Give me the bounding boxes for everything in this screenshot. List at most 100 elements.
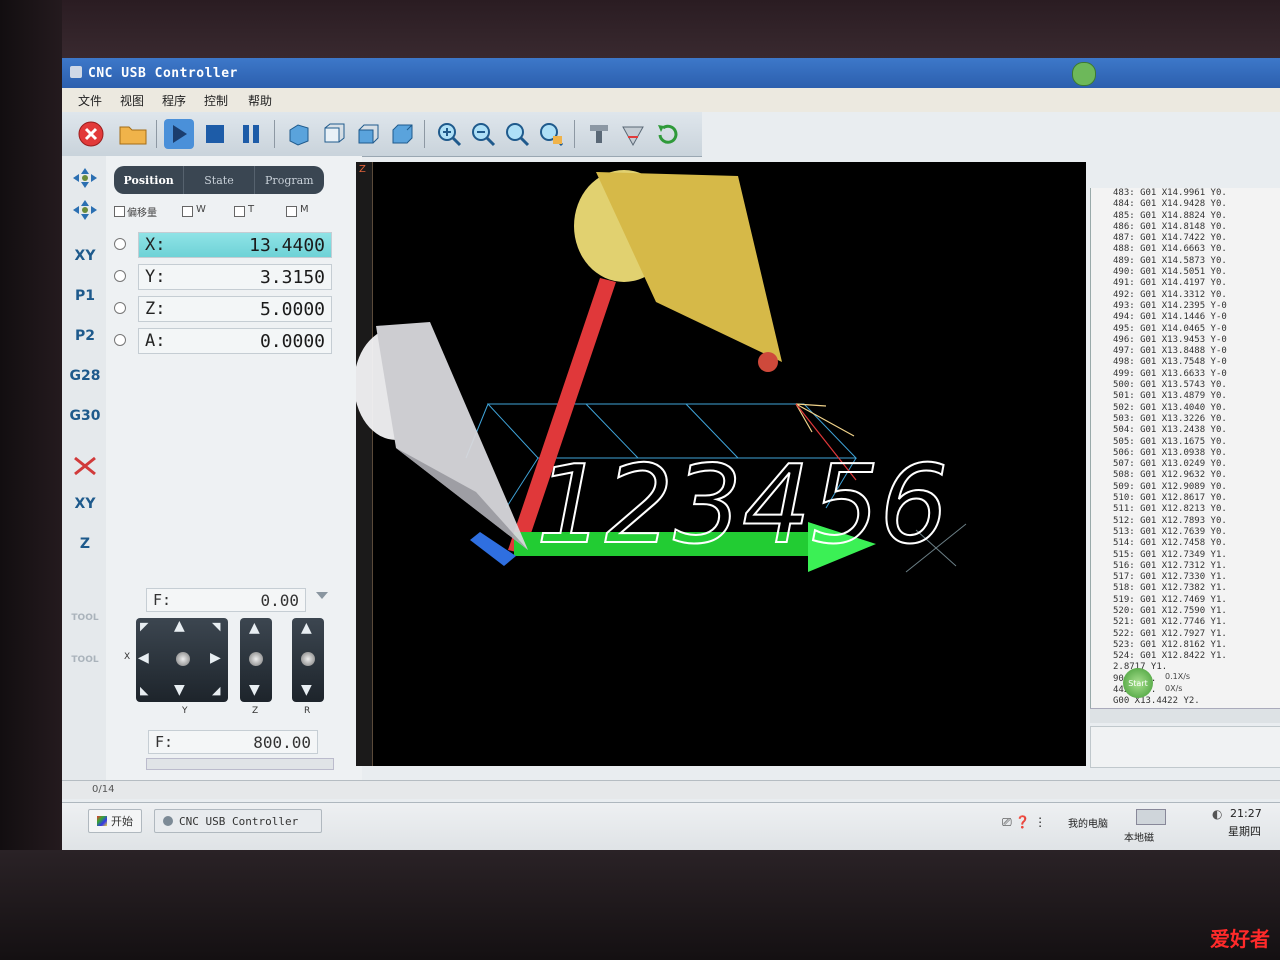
- start-button[interactable]: 开始: [88, 809, 142, 833]
- gcode-line[interactable]: 506: G01 X13.0938 Y0.: [1091, 448, 1280, 459]
- view-3d-icon[interactable]: [284, 119, 314, 149]
- tool-button-1[interactable]: TOOL: [68, 604, 102, 632]
- gcode-line[interactable]: 495: G01 X14.0465 Y-0: [1091, 324, 1280, 335]
- gcode-line[interactable]: 503: G01 X13.3226 Y0.: [1091, 414, 1280, 425]
- stop-square-icon[interactable]: [200, 119, 230, 149]
- menu-help[interactable]: 帮助: [248, 92, 272, 109]
- jog-xy-icon[interactable]: [68, 164, 102, 192]
- local-disk-label[interactable]: 本地磁: [1124, 829, 1154, 844]
- gcode-line[interactable]: 522: G01 X12.7927 Y1.: [1091, 629, 1280, 640]
- gcode-line[interactable]: 491: G01 X14.4197 Y0.: [1091, 278, 1280, 289]
- goto-p2-button[interactable]: P2: [68, 322, 102, 350]
- gcode-line[interactable]: 518: G01 X12.7382 Y1.: [1091, 583, 1280, 594]
- gcode-line[interactable]: 500: G01 X13.5743 Y0.: [1091, 380, 1280, 391]
- gcode-line[interactable]: 483: G01 X14.9961 Y0.: [1091, 188, 1280, 199]
- gcode-line[interactable]: 516: G01 X12.7312 Y1.: [1091, 561, 1280, 572]
- gcode-line[interactable]: 4422 Y3.: [1091, 685, 1280, 696]
- tab-program[interactable]: Program: [255, 166, 324, 194]
- g30-button[interactable]: G30: [68, 402, 102, 430]
- gcode-line[interactable]: 492: G01 X14.3312 Y0.: [1091, 290, 1280, 301]
- zero-xy-button[interactable]: XY: [68, 490, 102, 518]
- axis-x-radio[interactable]: [114, 238, 126, 250]
- gcode-line[interactable]: 512: G01 X12.7893 Y0.: [1091, 516, 1280, 527]
- jog-diag-se-button[interactable]: ◢: [212, 684, 220, 697]
- taskbar-app-button[interactable]: CNC USB Controller: [154, 809, 322, 833]
- jog-feed-display[interactable]: F: 0.00: [146, 588, 306, 612]
- axis-x-display[interactable]: X: 13.4400: [138, 232, 332, 258]
- menu-view[interactable]: 视图: [120, 92, 144, 109]
- gcode-line[interactable]: 488: G01 X14.6663 Y0.: [1091, 244, 1280, 255]
- tab-state[interactable]: State: [184, 166, 255, 194]
- jog-diag-sw-button[interactable]: ◣: [140, 684, 148, 697]
- start-program-button[interactable]: Start: [1123, 668, 1153, 698]
- zoom-in-icon[interactable]: [434, 119, 464, 149]
- gcode-line[interactable]: 484: G01 X14.9428 Y0.: [1091, 199, 1280, 210]
- my-computer-label[interactable]: 我的电脑: [1068, 815, 1108, 830]
- jog-r-plus-button[interactable]: ▲: [301, 620, 312, 636]
- axis-y-radio[interactable]: [114, 270, 126, 282]
- stop-icon[interactable]: [76, 119, 106, 149]
- gcode-line[interactable]: 501: G01 X13.4879 Y0.: [1091, 391, 1280, 402]
- gcode-line[interactable]: 489: G01 X14.5873 Y0.: [1091, 256, 1280, 267]
- gcode-line[interactable]: 513: G01 X12.7639 Y0.: [1091, 527, 1280, 538]
- g28-button[interactable]: G28: [68, 362, 102, 390]
- window-control-button[interactable]: [1072, 62, 1096, 86]
- view-front-icon[interactable]: [318, 119, 348, 149]
- feed-slider[interactable]: [146, 758, 334, 770]
- t-checkbox[interactable]: [234, 206, 245, 217]
- machine-icon[interactable]: [584, 119, 614, 149]
- toolpath-3d-view[interactable]: Z 123456: [356, 162, 1086, 766]
- jog-xyz-icon[interactable]: [68, 196, 102, 224]
- jog-x-minus-button[interactable]: ◀: [138, 650, 149, 666]
- gcode-line[interactable]: 508: G01 X12.9632 Y0.: [1091, 470, 1280, 481]
- jog-x-plus-button[interactable]: ▶: [210, 650, 221, 666]
- gcode-line[interactable]: 493: G01 X14.2395 Y-0: [1091, 301, 1280, 312]
- gcode-line[interactable]: 524: G01 X12.8422 Y1.: [1091, 651, 1280, 662]
- zoom-out-icon[interactable]: [468, 119, 498, 149]
- menu-program[interactable]: 程序: [162, 92, 186, 109]
- gcode-line[interactable]: 511: G01 X12.8213 Y0.: [1091, 504, 1280, 515]
- jog-z-center[interactable]: [249, 652, 263, 666]
- play-icon[interactable]: [164, 119, 194, 149]
- gcode-line[interactable]: 490: G01 X14.5051 Y0.: [1091, 267, 1280, 278]
- jog-diag-ne-button[interactable]: ◥: [212, 620, 220, 633]
- feed-dropdown-icon[interactable]: [316, 592, 328, 599]
- axis-z-display[interactable]: Z: 5.0000: [138, 296, 332, 322]
- view-top-icon[interactable]: [386, 119, 416, 149]
- gcode-line[interactable]: 507: G01 X13.0249 Y0.: [1091, 459, 1280, 470]
- gcode-line[interactable]: 509: G01 X12.9089 Y0.: [1091, 482, 1280, 493]
- pause-icon[interactable]: [236, 119, 266, 149]
- toolpath-icon[interactable]: [618, 119, 648, 149]
- gcode-line[interactable]: 497: G01 X13.8488 Y-0: [1091, 346, 1280, 357]
- clock-time[interactable]: 21:27: [1230, 807, 1262, 820]
- jog-z-minus-button[interactable]: ▼: [249, 682, 260, 698]
- jog-y-plus-button[interactable]: ▲: [174, 618, 185, 634]
- gcode-list[interactable]: 483: G01 X14.9961 Y0. 484: G01 X14.9428 Y…: [1090, 188, 1280, 708]
- gcode-line[interactable]: 505: G01 X13.1675 Y0.: [1091, 437, 1280, 448]
- gcode-line[interactable]: 514: G01 X12.7458 Y0.: [1091, 538, 1280, 549]
- menu-control[interactable]: 控制: [204, 92, 228, 109]
- home-xy-button[interactable]: XY: [68, 242, 102, 270]
- gcode-line[interactable]: 502: G01 X13.4040 Y0.: [1091, 403, 1280, 414]
- tool-button-2[interactable]: TOOL: [68, 646, 102, 674]
- zero-z-button[interactable]: Z: [68, 530, 102, 558]
- gcode-line[interactable]: 494: G01 X14.1446 Y-0: [1091, 312, 1280, 323]
- network-icon[interactable]: ◐: [1212, 807, 1222, 821]
- gcode-line[interactable]: 485: G01 X14.8824 Y0.: [1091, 211, 1280, 222]
- reset-icon[interactable]: [652, 119, 682, 149]
- axis-z-radio[interactable]: [114, 302, 126, 314]
- gcode-line[interactable]: 519: G01 X12.7469 Y1.: [1091, 595, 1280, 606]
- m-checkbox[interactable]: [286, 206, 297, 217]
- gcode-line[interactable]: 520: G01 X12.7590 Y1.: [1091, 606, 1280, 617]
- jog-z-plus-button[interactable]: ▲: [249, 620, 260, 636]
- tab-position[interactable]: Position: [114, 166, 185, 194]
- gcode-line[interactable]: 499: G01 X13.6633 Y-0: [1091, 369, 1280, 380]
- zoom-window-icon[interactable]: [536, 119, 566, 149]
- offset-checkbox[interactable]: [114, 206, 125, 217]
- jog-y-minus-button[interactable]: ▼: [174, 682, 185, 698]
- axis-a-radio[interactable]: [114, 334, 126, 346]
- open-folder-icon[interactable]: [118, 119, 148, 149]
- gcode-horizontal-scrollbar[interactable]: [1090, 708, 1280, 723]
- jog-diag-nw-button[interactable]: ◤: [140, 620, 148, 633]
- jog-xy-center[interactable]: [176, 652, 190, 666]
